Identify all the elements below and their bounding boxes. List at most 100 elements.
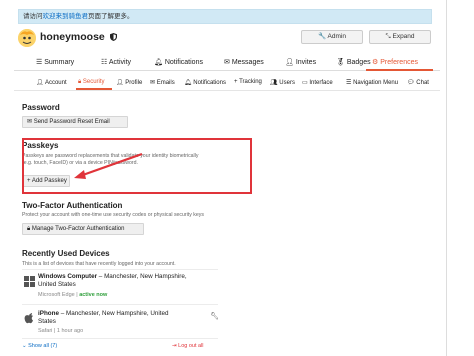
tfa-description: Protect your account with one-time use s…	[22, 212, 204, 218]
manage-tfa-label: Manage Two-Factor Authentication	[31, 226, 125, 232]
expand-label: Expand	[392, 33, 415, 40]
subtab-notifications[interactable]: 🔔︎ Notifications	[184, 79, 226, 86]
device-browser: Microsoft Edge	[38, 292, 75, 298]
subtab-interface[interactable]: ▭ Interface	[302, 79, 333, 86]
notice-prefix: 请访问	[23, 13, 43, 20]
subtab-label: Users	[279, 80, 295, 86]
device-status: active now	[79, 292, 108, 298]
log-out-all-button[interactable]: ⇥ Log out all	[172, 343, 204, 349]
plus-icon: +	[234, 79, 238, 85]
tab-label: Summary	[44, 59, 75, 66]
subtab-navigation-menu[interactable]: ☰ Navigation Menu	[346, 79, 398, 86]
bell-icon: 🔔︎	[154, 59, 163, 66]
shield-icon	[109, 32, 117, 44]
device-status: 1 hour ago	[56, 328, 84, 334]
primary-nav: ☰ Summary ☷ Activity 🔔︎ Notifications ✉ …	[14, 55, 440, 71]
summary-icon: ☰	[36, 59, 43, 66]
tab-messages[interactable]: ✉ Messages	[224, 58, 264, 66]
device-location-2: States	[38, 318, 56, 325]
send-password-reset-label: Send Password Reset Email	[33, 119, 110, 125]
divider	[22, 304, 218, 305]
subtab-label: Profile	[125, 80, 143, 86]
tab-label: Messages	[231, 59, 264, 66]
expand-icon: ⤡	[385, 33, 391, 40]
subtab-profile[interactable]: 👤︎ Profile	[116, 79, 142, 86]
tab-summary[interactable]: ☰ Summary	[36, 58, 74, 66]
secondary-nav: 👤︎ Account 🔒︎ Security 👤︎ Profile ✉ Emai…	[14, 78, 440, 91]
preferences-page: 请访问欢迎来到骑鱼君页面了解更多。 honeymoose 🔧 Admin ⤡ E…	[14, 0, 440, 356]
device-name: Windows Computer	[38, 273, 98, 280]
device-windows-meta: Microsoft Edge | active now	[38, 292, 107, 298]
log-out-all-label: Log out all	[178, 343, 204, 349]
divider	[22, 269, 218, 270]
subtab-label: Tracking	[239, 79, 262, 85]
subtab-security[interactable]: 🔒︎ Security	[78, 79, 105, 86]
notice-link[interactable]: 欢迎来到骑鱼君	[43, 13, 89, 20]
subtab-label: Notifications	[193, 80, 226, 86]
avatar[interactable]	[18, 29, 36, 47]
show-all-label: Show all (7)	[28, 343, 58, 349]
windows-icon	[24, 276, 35, 289]
chevron-down-icon: ⌄	[22, 343, 27, 349]
expand-button[interactable]: ⤡ Expand	[369, 30, 431, 44]
admin-button[interactable]: 🔧 Admin	[301, 30, 363, 44]
username: honeymoose	[40, 31, 117, 44]
wrench-icon[interactable]: 🔧︎	[210, 312, 219, 320]
tab-badges[interactable]: 🏅︎ Badges	[336, 58, 371, 66]
tab-label: Badges	[346, 59, 371, 66]
active-tab-indicator	[366, 69, 433, 71]
tab-notifications[interactable]: 🔔︎ Notifications	[154, 58, 203, 66]
devices-title: Recently Used Devices	[22, 249, 110, 258]
show-all-devices-link[interactable]: ⌄ Show all (7)	[22, 343, 57, 349]
device-name: iPhone	[38, 310, 59, 317]
device-browser: Safari	[38, 328, 53, 334]
manage-tfa-button[interactable]: 🔒︎ Manage Two-Factor Authentication	[22, 223, 144, 235]
active-subtab-indicator	[76, 88, 112, 90]
divider	[22, 338, 218, 339]
annotation-highlight-box	[22, 138, 252, 194]
tab-label: Preferences	[380, 59, 418, 66]
tab-label: Activity	[108, 59, 132, 66]
device-iphone: iPhone – Manchester, New Hampshire, Unit…	[38, 310, 208, 326]
envelope-icon: ✉	[27, 119, 33, 125]
subtab-users[interactable]: 👥︎ Users	[270, 79, 295, 86]
chat-icon: 💬︎	[407, 80, 415, 86]
subtab-account[interactable]: 👤︎ Account	[36, 79, 67, 86]
subtab-label: Navigation Menu	[353, 80, 399, 86]
password-title: Password	[22, 103, 60, 112]
tab-invites[interactable]: 👤︎ Invites	[285, 58, 316, 66]
device-windows: Windows Computer – Manchester, New Hamps…	[38, 273, 218, 289]
gear-icon: ⚙	[372, 59, 379, 66]
subtab-label: Emails	[156, 80, 175, 86]
devices-description: This is a list of devices that have rece…	[22, 261, 176, 267]
subtab-label: Account	[44, 80, 67, 86]
subtab-label: Chat	[416, 80, 429, 86]
notice-suffix: 页面了解更多。	[88, 13, 134, 20]
subtab-tracking[interactable]: + Tracking	[234, 79, 262, 85]
envelope-icon: ✉	[150, 80, 156, 86]
activity-icon: ☷	[101, 59, 108, 66]
tab-activity[interactable]: ☷ Activity	[101, 58, 131, 66]
lock-icon: 🔒︎	[78, 79, 82, 85]
user-header: honeymoose 🔧 Admin ⤡ Expand	[18, 28, 432, 48]
subtab-label: Interface	[309, 80, 333, 86]
subtab-emails[interactable]: ✉ Emails	[150, 79, 175, 86]
badge-icon: 🏅︎	[336, 59, 345, 66]
user-icon: 👤︎	[36, 80, 44, 86]
sign-out-icon: ⇥	[172, 343, 177, 349]
monitor-icon: ▭	[302, 80, 308, 86]
tab-label: Notifications	[164, 59, 203, 66]
wrench-icon: 🔧	[318, 33, 327, 40]
tab-preferences[interactable]: ⚙ Preferences	[372, 58, 418, 66]
device-location: – Manchester, New Hampshire, United	[59, 310, 169, 317]
tfa-title: Two-Factor Authentication	[22, 201, 123, 210]
device-location: – Manchester, New Hampshire,	[97, 273, 187, 280]
subtab-chat[interactable]: 💬︎ Chat	[407, 79, 429, 86]
users-icon: 👥︎	[270, 80, 278, 86]
profile-icon: 👤︎	[116, 80, 124, 86]
subtab-label: Security	[82, 79, 105, 85]
envelope-icon: ✉	[224, 59, 230, 66]
notice-banner: 请访问欢迎来到骑鱼君页面了解更多。	[18, 9, 432, 24]
send-password-reset-button[interactable]: ✉ Send Password Reset Email	[22, 116, 128, 128]
username-text: honeymoose	[40, 31, 105, 43]
